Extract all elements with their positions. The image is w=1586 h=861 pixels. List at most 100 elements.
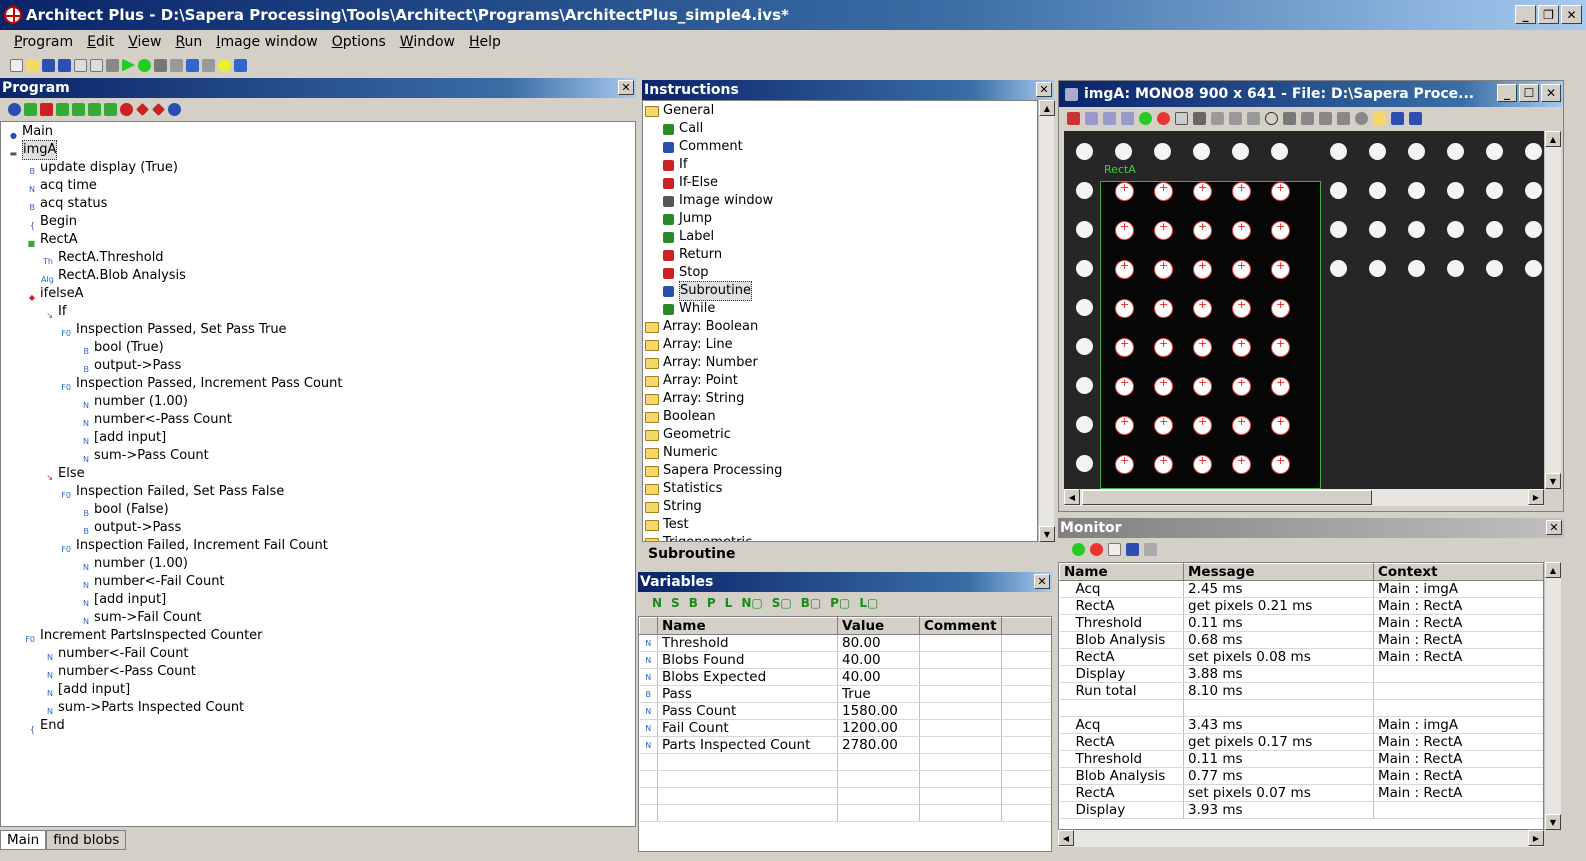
variables-panel-close-button[interactable]: ✕ <box>1034 574 1050 589</box>
variable-filter-button[interactable]: S▢ <box>772 596 792 610</box>
image-maximize-button[interactable]: ☐ <box>1519 84 1539 102</box>
live-stop-icon[interactable] <box>1157 111 1170 125</box>
variable-filter-button[interactable]: B <box>689 596 698 610</box>
step-icon[interactable] <box>170 58 183 72</box>
variables-grid[interactable]: Name Value Comment N Threshold 80.00 N Blobs… <box>638 616 1052 852</box>
monitor-row[interactable]: Threshold 0.11 ms Main : RectA <box>1059 614 1543 632</box>
tab-main[interactable]: Main <box>0 830 47 850</box>
if-tool-icon[interactable] <box>136 102 149 116</box>
instruction-folder[interactable]: Statistics <box>645 480 722 498</box>
program-tree-node[interactable]: {Begin <box>23 213 77 231</box>
monitor-vscrollbar[interactable]: ▲ ▼ <box>1544 562 1561 830</box>
monitor-start-icon[interactable] <box>1072 542 1085 556</box>
monitor-row[interactable]: RectA get pixels 0.17 ms Main : RectA <box>1059 733 1543 751</box>
program-tree-node[interactable]: Nsum->Parts Inspected Count <box>41 699 244 717</box>
program-tree-node[interactable]: Nsum->Fail Count <box>77 609 201 627</box>
instruction-item[interactable]: If-Else <box>663 174 718 192</box>
variable-row[interactable]: N Parts Inspected Count 2780.00 <box>639 736 1051 754</box>
while-tool-icon[interactable] <box>104 102 117 116</box>
instruction-item[interactable]: Subroutine <box>663 281 752 301</box>
jump-tool-icon[interactable] <box>72 102 85 116</box>
program-tree-node[interactable]: ↘ If <box>41 303 66 321</box>
program-tree-node[interactable]: Nnumber<-Fail Count <box>77 573 225 591</box>
program-tree-node[interactable]: ● Main <box>5 123 53 141</box>
ifelse-tool-icon[interactable] <box>152 102 165 116</box>
monitor-stop-icon[interactable] <box>1090 542 1103 556</box>
instruction-item[interactable]: While <box>663 300 715 318</box>
instruction-folder[interactable]: Array: Line <box>645 336 733 354</box>
instruction-folder[interactable]: String <box>645 498 702 516</box>
variable-filter-button[interactable]: L <box>725 596 733 610</box>
program-tree-node[interactable]: Nnumber<-Fail Count <box>41 645 189 663</box>
variable-row[interactable]: B Pass True <box>639 685 1051 703</box>
monitor-scroll-left-icon[interactable]: ◀ <box>1058 830 1074 846</box>
menu-window[interactable]: Window <box>393 34 462 50</box>
image-close-button[interactable]: ✕ <box>1541 84 1561 102</box>
monitor-row[interactable]: RectA set pixels 0.08 ms Main : RectA <box>1059 648 1543 666</box>
monitor-col-name[interactable]: Name <box>1059 563 1184 581</box>
instruction-folder[interactable]: Array: String <box>645 390 744 408</box>
image-minimize-button[interactable]: _ <box>1497 84 1517 102</box>
pause-icon[interactable] <box>186 58 199 72</box>
circle-tool-icon[interactable] <box>1265 111 1278 125</box>
open-icon[interactable] <box>26 58 39 72</box>
instruction-item[interactable]: Stop <box>663 264 709 282</box>
pointer-tool-icon[interactable] <box>1175 111 1188 125</box>
monitor-row[interactable]: Acq 3.43 ms Main : imgA <box>1059 716 1543 734</box>
polyline-tool-icon[interactable] <box>1229 111 1242 125</box>
subroutine-tool-icon[interactable] <box>8 102 21 116</box>
monitor-row[interactable]: Blob Analysis 0.77 ms Main : RectA <box>1059 767 1543 785</box>
program-tree-node[interactable]: F0 Inspection Failed, Increment Fail Coun… <box>59 537 328 555</box>
stop-icon[interactable] <box>154 58 167 72</box>
target-tool-icon[interactable] <box>1355 111 1368 125</box>
program-tree-node[interactable]: Bacq status <box>23 195 108 213</box>
spoke-tool-icon[interactable] <box>1319 111 1332 125</box>
instruction-folder[interactable]: Boolean <box>645 408 716 426</box>
variable-row[interactable]: N Blobs Expected 40.00 <box>639 668 1051 686</box>
instruction-folder[interactable]: Test <box>645 516 689 534</box>
instruction-folder-general[interactable]: General <box>645 102 714 120</box>
menu-run[interactable]: Run <box>168 34 209 50</box>
variable-row[interactable] <box>639 753 1051 771</box>
image-scroll-down-icon[interactable]: ▼ <box>1545 473 1561 489</box>
program-tree-node[interactable]: Boutput->Pass <box>77 357 182 375</box>
save-icon[interactable] <box>42 58 55 72</box>
image-hscrollbar[interactable]: ◀ ▶ <box>1064 489 1544 506</box>
acq-tool-icon[interactable] <box>24 102 37 116</box>
variable-filter-button[interactable]: L▢ <box>859 596 878 610</box>
program-tree-node[interactable]: Nsum->Pass Count <box>77 447 209 465</box>
instruction-item[interactable]: Image window <box>663 192 773 210</box>
variable-filter-button[interactable]: N▢ <box>741 596 762 610</box>
timer-icon[interactable] <box>234 58 247 72</box>
instruction-item[interactable]: Comment <box>663 138 743 156</box>
variable-row[interactable]: N Threshold 80.00 <box>639 634 1051 652</box>
menu-help[interactable]: Help <box>462 34 508 50</box>
variable-filter-button[interactable]: B▢ <box>801 596 821 610</box>
run-loop-icon[interactable] <box>138 58 151 72</box>
cut-icon[interactable] <box>106 58 119 72</box>
program-tree-node[interactable]: Bupdate display (True) <box>23 159 179 177</box>
image-props-icon[interactable] <box>1067 111 1080 125</box>
monitor-row[interactable]: RectA set pixels 0.07 ms Main : RectA <box>1059 784 1543 802</box>
arch-tool-icon[interactable] <box>1337 111 1350 125</box>
tab-find-blobs[interactable]: find blobs <box>46 830 127 850</box>
instructions-panel-close-button[interactable]: ✕ <box>1036 82 1052 97</box>
monitor-options-icon[interactable] <box>1144 542 1157 556</box>
monitor-grid[interactable]: Name Message Context Acq 2.45 ms Main : im… <box>1058 562 1544 830</box>
image-scroll-up-icon[interactable]: ▲ <box>1545 131 1561 147</box>
program-tree-node[interactable]: Boutput->Pass <box>77 519 182 537</box>
menu-view[interactable]: View <box>121 34 168 50</box>
program-tree-node[interactable]: {End <box>23 717 65 735</box>
zoom-out-icon[interactable] <box>1103 111 1116 125</box>
instruction-folder[interactable]: Array: Number <box>645 354 758 372</box>
monitor-row[interactable]: Display 3.88 ms <box>1059 665 1543 683</box>
instruction-folder[interactable]: Array: Point <box>645 372 738 390</box>
program-tree-node[interactable]: Bbool (False) <box>77 501 169 519</box>
variable-row[interactable] <box>639 770 1051 788</box>
var-col-name[interactable]: Name <box>657 617 838 635</box>
program-panel-close-button[interactable]: ✕ <box>618 80 634 95</box>
monitor-save-icon[interactable] <box>1126 542 1139 556</box>
program-tree-node[interactable]: ■ RectA <box>23 231 77 249</box>
instructions-scrollbar[interactable]: ▲ ▼ <box>1038 100 1055 542</box>
menu-options[interactable]: Options <box>325 34 393 50</box>
